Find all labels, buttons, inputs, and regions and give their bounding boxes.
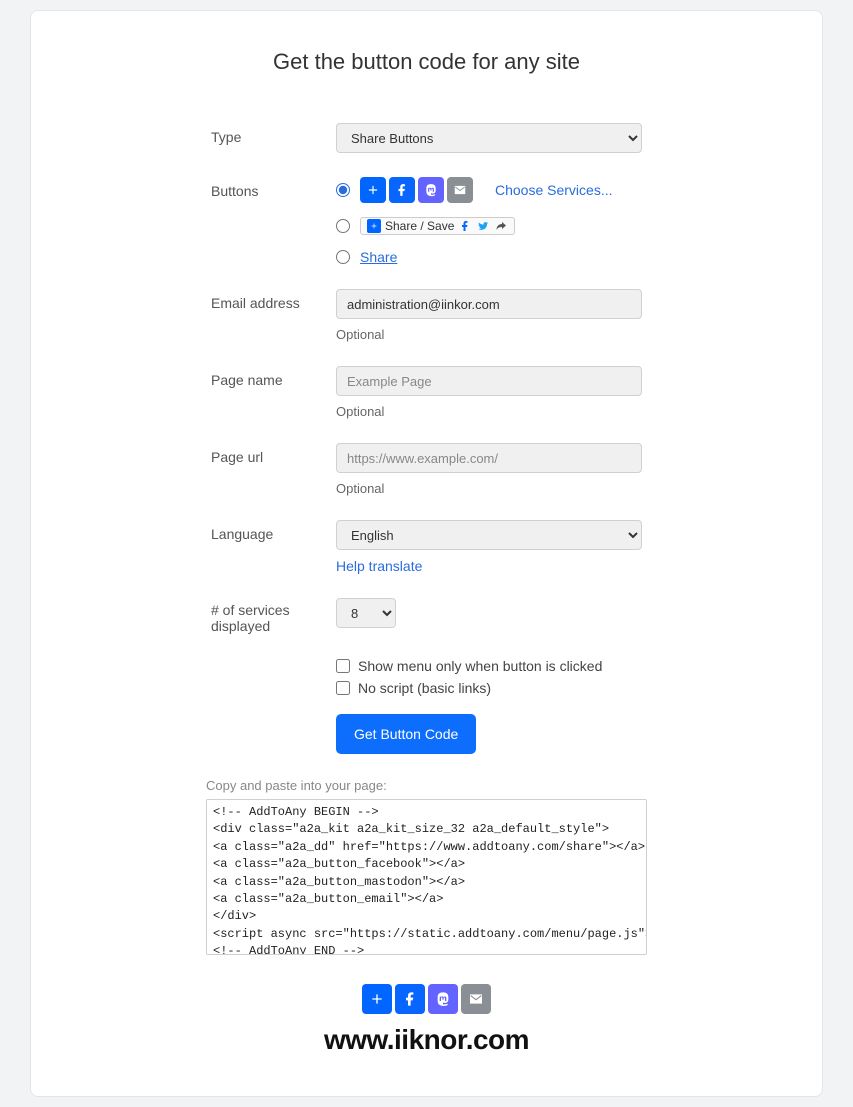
- buttons-option-iconstrip: Choose Services...: [336, 177, 642, 203]
- form-area: Type Share Buttons Buttons: [91, 123, 762, 754]
- help-translate-link[interactable]: Help translate: [336, 558, 422, 574]
- label-services: # of services displayed: [211, 598, 336, 634]
- row-email: Email address Optional: [211, 289, 642, 342]
- type-select[interactable]: Share Buttons: [336, 123, 642, 153]
- share-only-link[interactable]: Share: [360, 249, 397, 265]
- row-pagename: Page name Optional: [211, 366, 642, 419]
- share-save-text: Share / Save: [385, 219, 454, 233]
- footer-mastodon-icon[interactable]: [428, 984, 458, 1014]
- row-type: Type Share Buttons: [211, 123, 642, 153]
- pageurl-input[interactable]: [336, 443, 642, 473]
- choose-services-link[interactable]: Choose Services...: [495, 182, 613, 198]
- label-email: Email address: [211, 289, 336, 311]
- label-buttons: Buttons: [211, 177, 336, 199]
- email-icon: [447, 177, 473, 203]
- footer-icons: [91, 984, 762, 1014]
- radio-shareonly[interactable]: [336, 250, 350, 264]
- checkbox-showmenu-line: Show menu only when button is clicked: [336, 658, 642, 674]
- mastodon-icon: [418, 177, 444, 203]
- services-select[interactable]: 8: [336, 598, 396, 628]
- footer-email-icon[interactable]: [461, 984, 491, 1014]
- share-arrow-mini-icon: [494, 219, 508, 233]
- page-title: Get the button code for any site: [91, 49, 762, 75]
- row-language: Language English Help translate: [211, 520, 642, 574]
- email-hint: Optional: [336, 327, 642, 342]
- facebook-icon: [389, 177, 415, 203]
- share-save-badge: Share / Save: [360, 217, 515, 235]
- twitter-mini-icon: [476, 219, 490, 233]
- radio-iconstrip[interactable]: [336, 183, 350, 197]
- copy-label: Copy and paste into your page:: [206, 778, 647, 793]
- language-select[interactable]: English: [336, 520, 642, 550]
- row-checkboxes: Show menu only when button is clicked No…: [211, 658, 642, 754]
- checkbox-noscript-line: No script (basic links): [336, 680, 642, 696]
- pageurl-hint: Optional: [336, 481, 642, 496]
- checkbox-noscript-label: No script (basic links): [358, 680, 491, 696]
- label-language: Language: [211, 520, 336, 542]
- checkbox-showmenu-label: Show menu only when button is clicked: [358, 658, 602, 674]
- radio-sharesave[interactable]: [336, 219, 350, 233]
- site-name: www.iiknor.com: [91, 1024, 762, 1056]
- plus-icon: [360, 177, 386, 203]
- label-pageurl: Page url: [211, 443, 336, 465]
- pagename-hint: Optional: [336, 404, 642, 419]
- footer-plus-icon[interactable]: [362, 984, 392, 1014]
- email-input[interactable]: [336, 289, 642, 319]
- plus-mini-icon: [367, 219, 381, 233]
- label-type: Type: [211, 123, 336, 145]
- form-card: Get the button code for any site Type Sh…: [30, 10, 823, 1097]
- label-pagename: Page name: [211, 366, 336, 388]
- pagename-input[interactable]: [336, 366, 642, 396]
- icon-strip-preview: [360, 177, 473, 203]
- buttons-option-sharesave: Share / Save: [336, 217, 642, 235]
- get-button-code-button[interactable]: Get Button Code: [336, 714, 476, 754]
- buttons-option-shareonly: Share: [336, 249, 642, 265]
- footer-facebook-icon[interactable]: [395, 984, 425, 1014]
- code-output[interactable]: [206, 799, 647, 955]
- row-services: # of services displayed 8: [211, 598, 642, 634]
- checkbox-noscript[interactable]: [336, 681, 350, 695]
- facebook-mini-icon: [458, 219, 472, 233]
- code-area: Copy and paste into your page:: [206, 778, 647, 958]
- row-buttons: Buttons: [211, 177, 642, 265]
- row-pageurl: Page url Optional: [211, 443, 642, 496]
- checkbox-showmenu[interactable]: [336, 659, 350, 673]
